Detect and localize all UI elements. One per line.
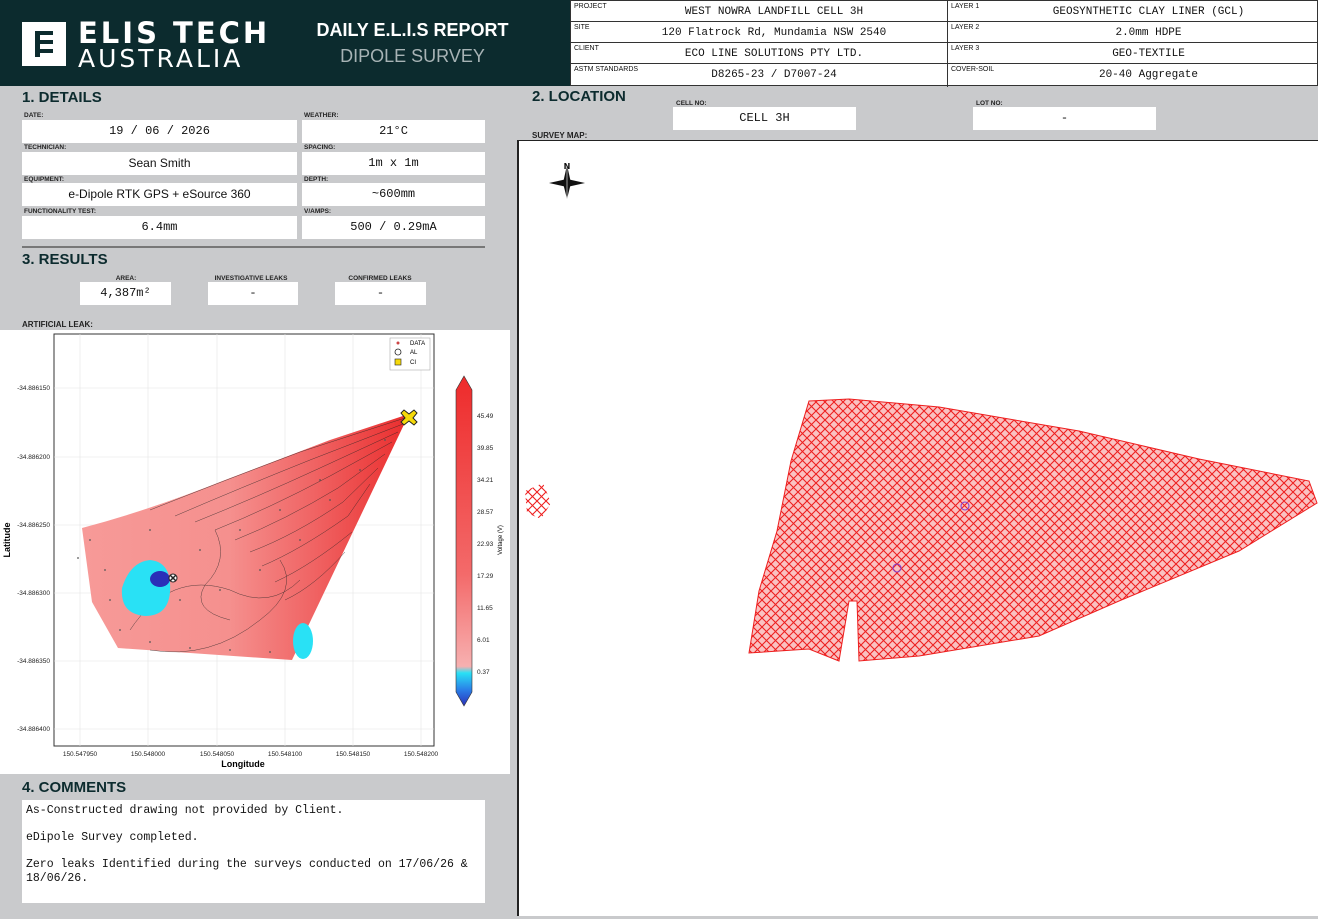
cover-soil-value: 20-40 Aggregate — [1098, 69, 1199, 81]
heatmap-svg: DATA AL CI -34.886150 -34.886200 -34.886… — [2, 333, 504, 769]
layer3-value: GEO-TEXTILE — [1112, 48, 1185, 60]
project-label: PROJECT — [574, 3, 607, 10]
project-value: WEST NOWRA LANDFILL CELL 3H — [684, 6, 864, 18]
low-voltage-zone-2 — [293, 623, 313, 659]
survey-map-svg: N — [525, 162, 1318, 662]
legend-al: AL — [410, 350, 418, 356]
north-label: N — [564, 162, 571, 171]
cell-no-field[interactable]: CELL 3H — [673, 107, 856, 130]
functionality-label: FUNCTIONALITY TEST: — [24, 208, 97, 215]
equipment-field[interactable]: e-Dipole RTK GPS + eSource 360 — [22, 183, 297, 206]
comment-line: As-Constructed drawing not provided by C… — [26, 804, 344, 817]
colorbar-tick: 11.65 — [477, 605, 493, 612]
depth-field[interactable]: ~600mm — [302, 183, 485, 206]
comments-title: 4. COMMENTS — [22, 779, 127, 796]
artificial-leak-label: ARTIFICIAL LEAK: — [22, 320, 93, 329]
colorbar-label: Voltage (V) — [498, 525, 504, 555]
client-value: ECO LINE SOLUTIONS PTY LTD. — [684, 48, 864, 60]
astm-value: D8265-23 / D7007-24 — [711, 69, 837, 81]
confirmed-leaks-field[interactable]: - — [335, 282, 426, 305]
x-tick-label: 150.548050 — [200, 751, 235, 758]
north-arrow-icon: N — [549, 162, 585, 199]
colorbar-tick: 39.85 — [477, 445, 494, 452]
cell-no-label: CELL No: — [676, 100, 707, 107]
y-tick-label: -34.886400 — [17, 726, 50, 733]
y-axis-label: Latitude — [2, 523, 12, 558]
survey-map[interactable]: N — [517, 140, 1318, 916]
investigative-leaks-field[interactable]: - — [208, 282, 298, 305]
colorbar-tick: 28.57 — [477, 509, 494, 516]
weather-field[interactable]: 21°C — [302, 120, 485, 143]
layer3-label: LAYER 3 — [951, 45, 980, 52]
technician-field[interactable]: Sean Smith — [22, 152, 297, 175]
details-title: 1. DETAILS — [22, 89, 102, 106]
section-divider — [22, 246, 485, 248]
comment-line: Zero leaks Identified during the surveys… — [26, 858, 468, 885]
area-field[interactable]: 4,387m² — [80, 282, 171, 305]
colorbar-tick: 0.37 — [477, 669, 490, 676]
x-axis-label: Longitude — [221, 759, 265, 769]
project-meta-table: PROJECT WEST NOWRA LANDFILL CELL 3H SITE… — [570, 0, 1318, 87]
investigative-leaks-label: INVESTIGATIVE LEAKS — [214, 275, 288, 282]
x-tick-label: 150.548200 — [404, 751, 439, 758]
area-label: AREA: — [115, 275, 137, 282]
report-subtitle: DIPOLE SURVEY — [340, 46, 485, 66]
colorbar-tick: 17.29 — [477, 573, 494, 580]
client-label: CLIENT — [574, 45, 599, 52]
legend-al-icon — [394, 348, 402, 356]
weather-label: WEATHER: — [304, 112, 339, 119]
date-label: DATE: — [24, 112, 44, 119]
lot-no-label: LOT No: — [976, 100, 1003, 107]
brand-country: AUSTRALIA — [78, 44, 244, 73]
legend-ci: CI — [410, 360, 416, 366]
spacing-field[interactable]: 1m x 1m — [302, 152, 485, 175]
site-value: 120 Flatrock Rd, Mundamia NSW 2540 — [661, 27, 887, 39]
legend-data-icon — [396, 341, 400, 345]
depth-label: DEPTH: — [304, 176, 329, 183]
surveyed-area-tint — [749, 399, 1317, 661]
lot-no-field[interactable]: - — [973, 107, 1156, 130]
artificial-leak-chart: DATA AL CI -34.886150 -34.886200 -34.886… — [0, 330, 510, 774]
y-tick-label: -34.886200 — [17, 454, 50, 461]
colorbar-tick: 22.93 — [477, 541, 494, 548]
functionality-field[interactable]: 6.4mm — [22, 216, 297, 239]
colorbar — [455, 375, 473, 707]
spacing-label: SPACING: — [304, 144, 336, 151]
y-tick-label: -34.886300 — [17, 590, 50, 597]
vamps-field[interactable]: 500 / 0.29mA — [302, 216, 485, 239]
vamps-label: V/AMPS: — [304, 208, 332, 215]
site-label: SITE — [574, 24, 590, 31]
y-tick-label: -34.886350 — [17, 658, 50, 665]
layer1-label: LAYER 1 — [951, 3, 980, 10]
x-tick-label: 150.547950 — [63, 751, 98, 758]
layer2-value: 2.0mm HDPE — [1115, 27, 1182, 39]
legend-ci-icon — [394, 358, 402, 366]
equipment-label: EQUIPMENT: — [24, 176, 65, 183]
lowest-voltage-zone — [150, 571, 170, 587]
x-tick-label: 150.548100 — [268, 751, 303, 758]
colorbar-tick: 45.49 — [477, 413, 494, 420]
report-title: DAILY E.L.I.S REPORT — [316, 20, 509, 40]
layer1-value: GEOSYNTHETIC CLAY LINER (GCL) — [1052, 6, 1245, 18]
survey-map-label: SURVEY MAP: — [532, 131, 588, 140]
layer2-label: LAYER 2 — [951, 24, 980, 31]
comment-line: eDipole Survey completed. — [26, 831, 199, 844]
comments-box[interactable]: As-Constructed drawing not provided by C… — [22, 800, 485, 903]
colorbar-tick: 34.21 — [477, 477, 494, 484]
logo-icon — [22, 22, 66, 66]
y-tick-label: -34.886250 — [17, 522, 50, 529]
date-field[interactable]: 19 / 06 / 2026 — [22, 120, 297, 143]
header-brand: ELIS TECH AUSTRALIA DAILY E.L.I.S REPORT… — [0, 0, 570, 86]
location-title: 2. LOCATION — [532, 88, 626, 105]
colorbar-tick: 6.01 — [477, 637, 490, 644]
results-title: 3. RESULTS — [22, 251, 108, 268]
x-tick-label: 150.548150 — [336, 751, 371, 758]
y-tick-label: -34.886150 — [17, 385, 50, 392]
legend-data: DATA — [410, 341, 425, 347]
technician-label: TECHNICIAN: — [24, 144, 67, 151]
survey-patch-small — [525, 483, 551, 519]
al-marker — [168, 573, 178, 583]
x-tick-label: 150.548000 — [131, 751, 166, 758]
confirmed-leaks-label: CONFIRMED LEAKS — [348, 275, 412, 282]
